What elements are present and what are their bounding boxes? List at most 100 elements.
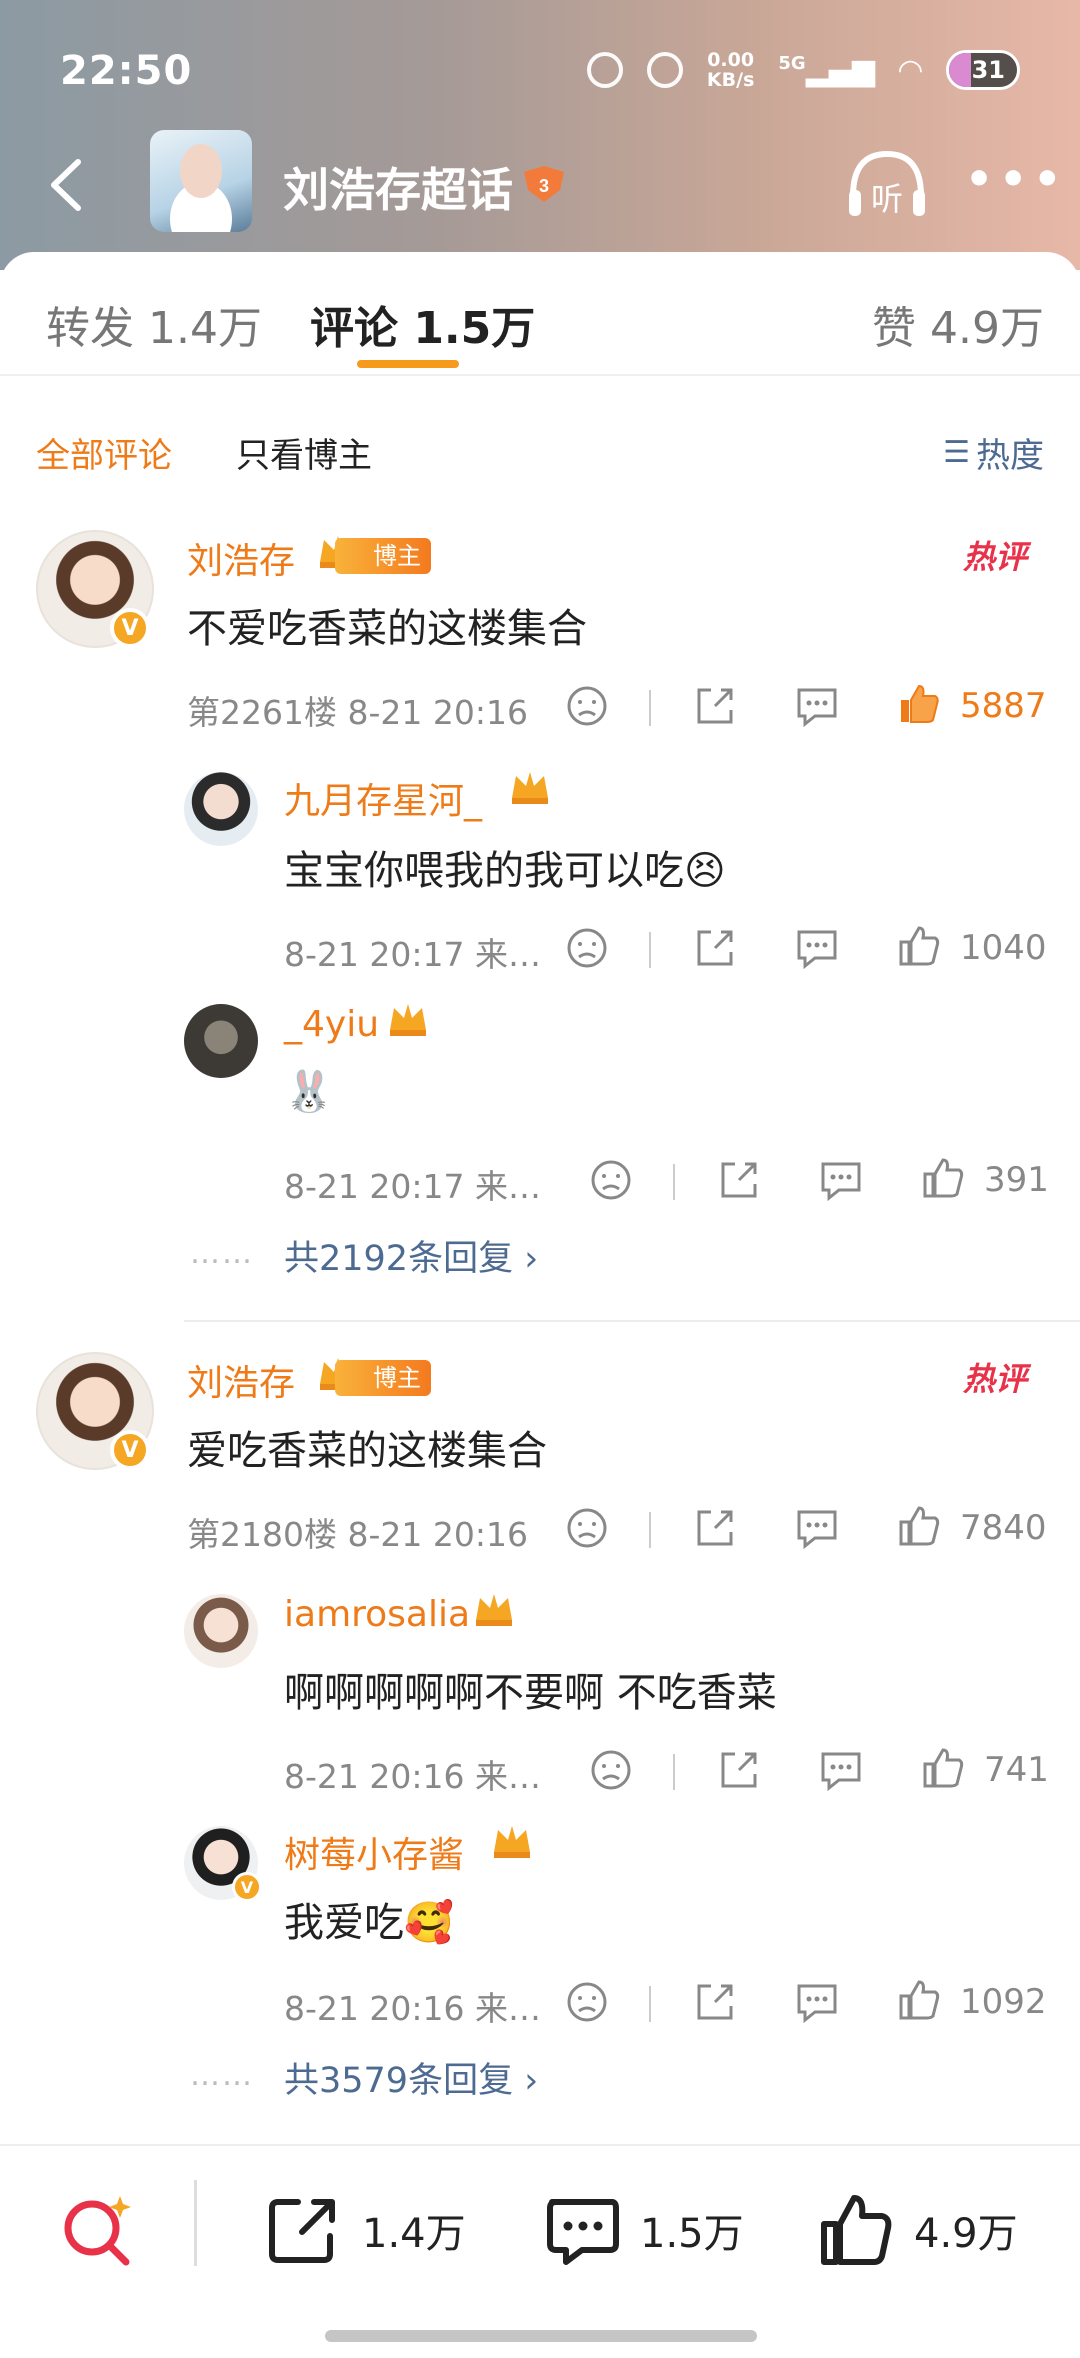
like-icon[interactable] [895,922,943,970]
reply-icon[interactable] [793,1978,841,2026]
home-indicator[interactable] [325,2330,757,2342]
like-icon[interactable] [895,1976,943,2024]
like-count: 741 [984,1750,1049,1790]
level-badge-icon: 3 [524,166,564,202]
reply-text[interactable]: 啊啊啊啊啊不要啊 不吃香菜 [284,1660,777,1718]
status-bar: 22:50 0.00 KB/s 5G▂▄▆ ◠ 31 [0,0,1080,140]
dislike-icon[interactable] [563,1978,611,2026]
mute-icon [646,52,683,88]
network-type: 5G [778,52,806,74]
like-icon[interactable] [919,1744,967,1792]
net-speed-unit: KB/s [706,69,755,91]
active-tab-indicator [357,360,459,368]
replies-ellipsis: …… [190,2058,254,2093]
share-icon[interactable] [691,1504,739,1552]
reply-meta: 8-21 20:17 来… [284,1167,541,1206]
crown-icon [476,1594,512,1626]
dislike-icon[interactable] [587,1746,635,1794]
reply-icon[interactable] [793,682,841,730]
reply-text[interactable]: 宝宝你喂我的我可以吃😣 [284,838,726,896]
like-button[interactable]: 4.9万 [816,2190,1018,2270]
divider [649,1512,651,1548]
like-icon[interactable] [895,680,943,728]
like-count: 391 [984,1160,1049,1200]
bottom-action-bar: 1.4万 1.5万 4.9万 [0,2144,1080,2358]
comment-meta: 第2261楼 8-21 20:16 [187,693,528,732]
tab-likes[interactable]: 赞 4.9万 [872,292,1044,356]
battery-level: 31 [971,56,1005,84]
net-speed: 0.00 KB/s [707,50,754,90]
reply-author[interactable]: 九月存星河_ [284,772,482,824]
filter-author-only[interactable]: 只看博主 [236,428,372,477]
verified-icon: V [110,1430,150,1470]
topic-avatar[interactable] [150,130,252,232]
author-badge: 博主 [335,1360,431,1396]
svg-text:3: 3 [539,176,549,196]
tab-comments[interactable]: 评论 1.5万 [310,292,535,356]
reply-author[interactable]: iamrosalia [284,1594,470,1635]
dislike-icon[interactable] [563,924,611,972]
ai-search-icon[interactable] [58,2188,138,2268]
listen-icon[interactable]: 听 [845,144,929,224]
crown-icon [390,1004,426,1036]
comment-author[interactable]: 刘浩存 [187,1354,295,1406]
reply-icon[interactable] [793,1504,841,1552]
reply-icon[interactable] [817,1746,865,1794]
reply-icon[interactable] [793,924,841,972]
divider [649,932,651,968]
share-icon[interactable] [691,682,739,730]
sort-button[interactable]: ☰ 热度 [943,428,1044,477]
view-more-replies[interactable]: 共3579条回复 › [284,2052,538,2103]
comment-text[interactable]: 不爱吃香菜的这楼集合 [187,596,587,654]
share-icon[interactable] [715,1746,763,1794]
topic-title[interactable]: 刘浩存超话 [283,154,513,220]
share-icon[interactable] [691,1978,739,2026]
dislike-icon[interactable] [587,1156,635,1204]
divider [673,1164,675,1200]
like-icon[interactable] [895,1502,943,1550]
back-icon[interactable] [40,150,100,220]
repost-count: 1.4万 [362,2211,466,2257]
author-badge: 博主 [335,538,431,574]
dislike-icon[interactable] [563,1504,611,1552]
like-count: 4.9万 [914,2211,1018,2257]
comment-text[interactable]: 爱吃香菜的这楼集合 [187,1418,547,1476]
share-icon[interactable] [691,924,739,972]
reply-text[interactable]: 我爱吃🥰 [284,1890,454,1948]
more-options-icon[interactable]: ••• [965,158,1067,202]
reply-avatar[interactable] [184,772,258,846]
view-more-replies[interactable]: 共2192条回复 › [284,1230,538,1281]
reply-author[interactable]: 树莓小存酱 [284,1826,464,1878]
comment-author[interactable]: 刘浩存 [187,532,295,584]
reply-text[interactable]: 🐰 [284,1068,334,1115]
status-time: 22:50 [60,48,193,94]
comments-sheet: 转发 1.4万 评论 1.5万 赞 4.9万 全部评论 只看博主 ☰ 热度 [0,252,1080,2358]
verified-icon: V [232,1872,262,1902]
like-count: 5887 [960,686,1047,726]
like-count: 1040 [960,928,1047,968]
verified-icon: V [110,608,150,648]
reply-meta: 8-21 20:16 来… [284,1989,541,2028]
alarm-icon [586,52,623,88]
like-count: 1092 [960,1982,1047,2022]
comment-filters: 全部评论 只看博主 ☰ 热度 [0,428,1080,488]
crown-icon [494,1826,530,1858]
reply-icon[interactable] [817,1156,865,1204]
like-icon[interactable] [919,1154,967,1202]
share-icon[interactable] [715,1156,763,1204]
comment-divider [184,1320,1080,1322]
like-count: 7840 [960,1508,1047,1548]
repost-button[interactable]: 1.4万 [264,2190,466,2270]
filter-all[interactable]: 全部评论 [36,428,172,477]
reply-avatar[interactable] [184,1004,258,1078]
tab-repost[interactable]: 转发 1.4万 [46,292,262,356]
reply-author[interactable]: _4yiu [284,1004,379,1045]
comment-button[interactable]: 1.5万 [542,2190,744,2270]
dislike-icon[interactable] [563,682,611,730]
reply-avatar[interactable] [184,1594,258,1668]
like-icon [821,2195,892,2265]
tab-bar: 转发 1.4万 评论 1.5万 赞 4.9万 [0,252,1080,376]
sort-label: 热度 [976,436,1044,476]
reply-meta: 8-21 20:16 来… [284,1757,541,1796]
comment-icon [547,2199,619,2265]
